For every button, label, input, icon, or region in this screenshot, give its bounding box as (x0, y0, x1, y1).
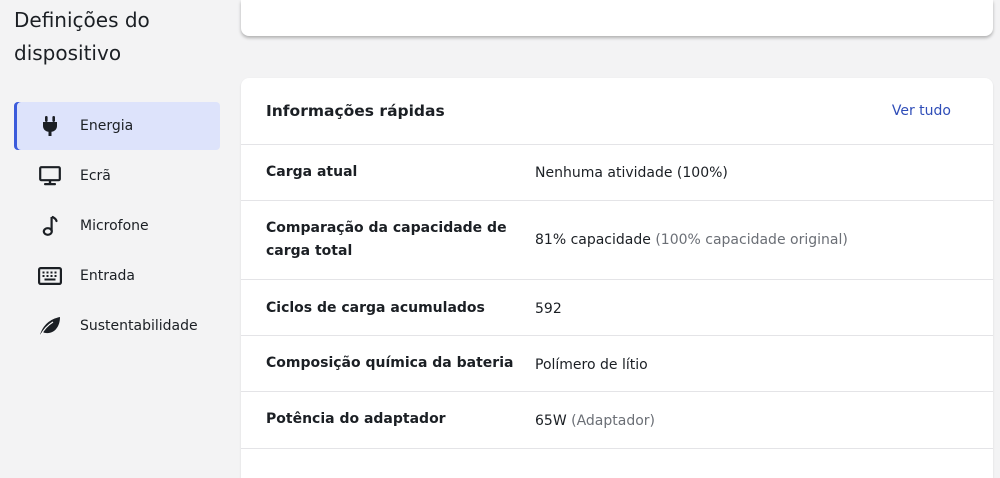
plug-icon (38, 114, 62, 138)
sidebar-item-sustentabilidade[interactable]: Sustentabilidade (14, 302, 220, 350)
row-value-note: (100% capacidade original) (655, 232, 848, 248)
info-row-adapter-power: Potência do adaptador 65W (Adaptador) (241, 392, 993, 449)
row-label: Carga atual (266, 164, 358, 180)
keyboard-icon (38, 264, 62, 288)
sidebar-item-energia[interactable]: Energia (14, 102, 220, 150)
music-note-icon (38, 214, 62, 238)
monitor-icon (38, 164, 62, 188)
row-value-note: (Adaptador) (571, 413, 656, 429)
row-value: Nenhuma atividade (100%) (535, 165, 728, 181)
row-label: Potência do adaptador (266, 411, 446, 427)
row-value: Polímero de lítio (535, 357, 648, 373)
row-label: Ciclos de carga acumulados (266, 300, 485, 316)
row-value: 592 (535, 301, 562, 317)
previous-card (241, 0, 993, 36)
sidebar: Definições do dispositivo Energia Ecrã M… (0, 0, 232, 462)
sidebar-item-microfone[interactable]: Microfone (14, 202, 220, 250)
card-title: Informações rápidas (266, 102, 445, 120)
leaf-icon (38, 314, 62, 338)
sidebar-item-label: Ecrã (80, 168, 111, 184)
row-label: Comparação da capacidade de carga total (266, 220, 507, 259)
row-value: 65W (Adaptador) (535, 413, 656, 429)
quick-info-card: Informações rápidas Ver tudo Carga atual… (241, 78, 993, 478)
card-header: Informações rápidas Ver tudo (241, 78, 993, 145)
sidebar-item-ecra[interactable]: Ecrã (14, 152, 220, 200)
sidebar-item-label: Microfone (80, 218, 149, 234)
see-all-link[interactable]: Ver tudo (892, 78, 951, 144)
sidebar-item-entrada[interactable]: Entrada (14, 252, 220, 300)
info-row-battery-chemistry: Composição química da bateria Polímero d… (241, 336, 993, 392)
sidebar-item-label: Energia (80, 118, 134, 134)
info-row-charge-cycles: Ciclos de carga acumulados 592 (241, 280, 993, 336)
sidebar-title: Definições do dispositivo (14, 8, 150, 65)
row-label: Composição química da bateria (266, 355, 514, 371)
info-row-current-charge: Carga atual Nenhuma atividade (100%) (241, 145, 993, 201)
sidebar-item-label: Sustentabilidade (80, 318, 198, 334)
info-row-capacity-comparison: Comparação da capacidade de carga total … (241, 201, 993, 280)
sidebar-item-label: Entrada (80, 268, 136, 284)
row-value: 81% capacidade (100% capacidade original… (535, 232, 848, 248)
